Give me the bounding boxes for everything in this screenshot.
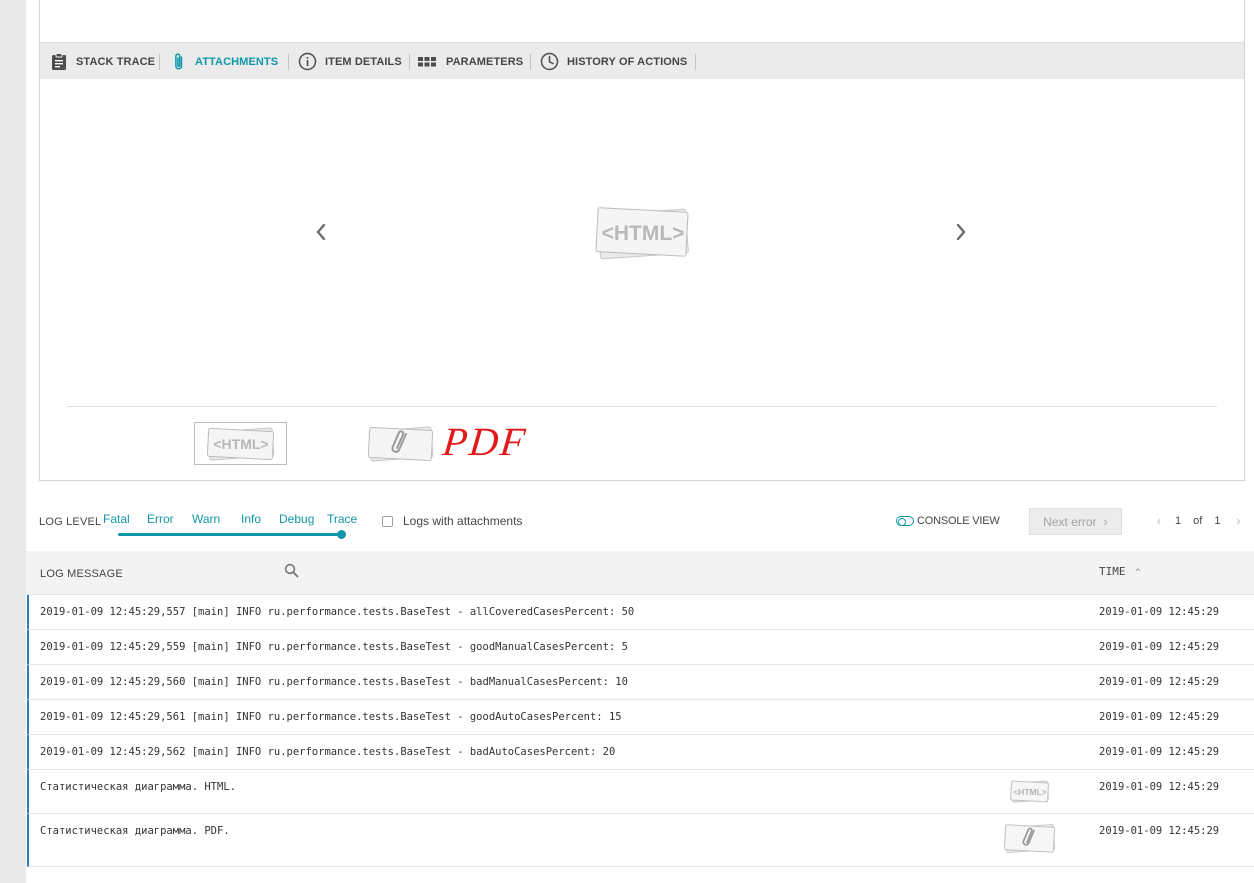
log-level-trace[interactable]: Trace [327, 512, 357, 526]
log-time: 2019-01-09 12:45:29 [1099, 746, 1220, 758]
log-message: 2019-01-09 12:45:29,562 [main] INFO ru.p… [40, 746, 616, 758]
pagination: ‹ 1 of 1 › [1157, 514, 1240, 528]
tab-parameters[interactable]: PARAMETERS [418, 43, 523, 80]
log-level-slider-track[interactable] [118, 533, 342, 536]
log-level-error[interactable]: Error [147, 512, 174, 526]
tab-label: PARAMETERS [446, 55, 524, 68]
next-error-button[interactable]: Next error › [1029, 508, 1122, 535]
clock-icon [540, 52, 559, 71]
html-file-icon: <HTML> [206, 426, 274, 461]
prev-attachment-button[interactable] [311, 220, 331, 244]
next-error-label: Next error [1043, 514, 1097, 529]
grid-icon [418, 56, 436, 66]
tab-stack-trace[interactable]: STACK TRACE [50, 43, 155, 80]
attachment-file-icon [367, 426, 434, 462]
details-tab-bar: STACK TRACE ATTACHMENTS ITEM DETAILS PAR… [40, 42, 1244, 79]
log-message: 2019-01-09 12:45:29,557 [main] INFO ru.p… [40, 606, 635, 618]
log-row[interactable]: 2019-01-09 12:45:29,561 [main] INFO ru.p… [27, 700, 1254, 735]
tab-separator [288, 54, 289, 70]
tab-history-of-actions[interactable]: HISTORY OF ACTIONS [540, 43, 687, 80]
log-message: Статистическая диаграмма. PDF. [40, 825, 230, 837]
log-time: 2019-01-09 12:45:29 [1099, 606, 1220, 618]
chevron-right-icon: › [1103, 514, 1108, 529]
tab-label: ATTACHMENTS [195, 55, 279, 68]
log-level-slider-handle[interactable] [337, 530, 346, 539]
time-header-label: TIME [1099, 565, 1126, 578]
log-level-bar: LOG LEVEL Fatal Error Warn Info Debug Tr… [39, 505, 1254, 545]
attachment-text: <HTML> [1013, 787, 1047, 797]
log-attachment-html[interactable]: <HTML> [1010, 779, 1050, 809]
clipboard-icon [52, 52, 66, 70]
logs-with-attachments-label: Logs with attachments [403, 514, 523, 528]
prev-page-button[interactable]: ‹ [1157, 514, 1161, 528]
attachment-thumbnail-html[interactable]: <HTML> [194, 422, 287, 465]
preview-text: <HTML> [602, 222, 685, 245]
log-row[interactable]: Статистическая диаграмма. HTML. <HTML> 2… [27, 770, 1254, 814]
current-page: 1 [1175, 515, 1182, 527]
pager-of: of [1193, 515, 1203, 527]
log-row[interactable]: 2019-01-09 12:45:29,562 [main] INFO ru.p… [27, 735, 1254, 770]
log-time: 2019-01-09 12:45:29 [1099, 676, 1220, 688]
log-message: 2019-01-09 12:45:29,561 [main] INFO ru.p… [40, 711, 622, 723]
chevron-right-icon [956, 223, 966, 241]
log-message: 2019-01-09 12:45:29,560 [main] INFO ru.p… [40, 676, 628, 688]
sort-ascending-icon: ^ [1135, 568, 1141, 578]
paperclip-icon [175, 52, 183, 69]
tab-separator [530, 54, 531, 70]
time-column-header[interactable]: TIME ^ [1099, 565, 1141, 578]
log-message: 2019-01-09 12:45:29,559 [main] INFO ru.p… [40, 641, 628, 653]
log-level-warn[interactable]: Warn [192, 512, 220, 526]
log-level-debug[interactable]: Debug [279, 512, 314, 526]
log-level-info[interactable]: Info [241, 512, 261, 526]
log-level-title: LOG LEVEL [39, 516, 102, 528]
tab-label: HISTORY OF ACTIONS [567, 55, 688, 68]
attachment-thumbnail-pdf[interactable] [366, 424, 436, 468]
log-time: 2019-01-09 12:45:29 [1099, 711, 1220, 723]
log-row[interactable]: Статистическая диаграмма. PDF. 2019-01-0… [27, 814, 1254, 867]
total-pages: 1 [1214, 515, 1221, 527]
html-file-icon: <HTML> [1010, 780, 1049, 803]
log-row[interactable]: 2019-01-09 12:45:29,557 [main] INFO ru.p… [27, 595, 1254, 630]
log-message-column-header: LOG MESSAGE [40, 568, 123, 580]
log-row[interactable]: 2019-01-09 12:45:29,559 [main] INFO ru.p… [27, 630, 1254, 665]
tab-separator [695, 54, 696, 70]
logs-with-attachments-checkbox[interactable] [382, 516, 393, 527]
log-time: 2019-01-09 12:45:29 [1099, 641, 1220, 653]
log-attachment-pdf[interactable] [1003, 822, 1057, 860]
tab-label: STACK TRACE [76, 55, 156, 68]
thumbnails-divider [67, 406, 1217, 407]
info-icon [298, 52, 317, 71]
log-message: Статистическая диаграмма. HTML. [40, 781, 236, 793]
chevron-left-icon [316, 223, 326, 241]
pdf-annotation: PDF [440, 419, 530, 464]
tab-separator [409, 54, 410, 70]
console-view-label: CONSOLE VIEW [917, 515, 1000, 527]
log-time: 2019-01-09 12:45:29 [1099, 825, 1220, 837]
log-search-button[interactable] [284, 563, 299, 582]
attachment-file-icon [1003, 823, 1056, 854]
tab-separator [159, 54, 160, 70]
tab-label: ITEM DETAILS [325, 55, 402, 68]
log-level-fatal[interactable]: Fatal [103, 512, 130, 526]
search-icon [284, 563, 299, 578]
thumbnail-text: <HTML> [213, 436, 268, 452]
tab-item-details[interactable]: ITEM DETAILS [298, 43, 402, 80]
next-page-button[interactable]: › [1236, 514, 1240, 528]
attachment-preview[interactable]: <HTML> [595, 204, 691, 264]
attachments-panel: STACK TRACE ATTACHMENTS ITEM DETAILS PAR… [39, 0, 1245, 481]
left-rail [0, 0, 26, 883]
log-table-header: LOG MESSAGE TIME ^ [26, 551, 1254, 595]
html-file-icon: <HTML> [595, 207, 689, 260]
console-view-toggle[interactable] [896, 516, 914, 526]
tab-attachments[interactable]: ATTACHMENTS [171, 43, 278, 80]
log-row[interactable]: 2019-01-09 12:45:29,560 [main] INFO ru.p… [27, 665, 1254, 700]
next-attachment-button[interactable] [951, 220, 971, 244]
log-time: 2019-01-09 12:45:29 [1099, 781, 1220, 793]
